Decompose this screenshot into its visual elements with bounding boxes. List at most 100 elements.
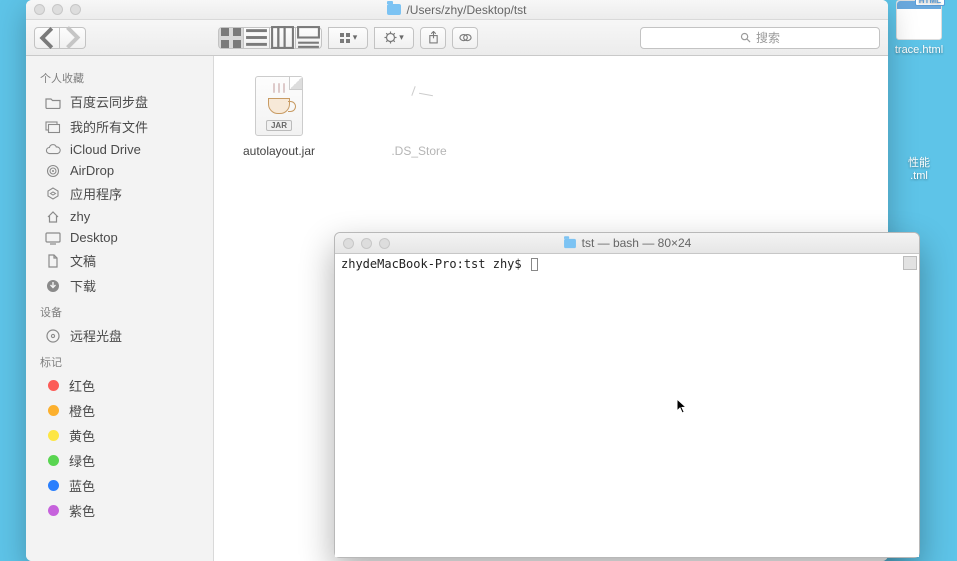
file-item-autolayout[interactable]: JAR autolayout.jar	[224, 74, 334, 158]
airdrop-icon	[44, 164, 62, 178]
folder-icon	[564, 238, 576, 247]
search-placeholder: 搜索	[756, 29, 780, 46]
folder-icon	[44, 95, 62, 109]
sidebar-item-label: 远程光盘	[70, 326, 122, 345]
desktop-file-trace[interactable]: HTML trace.html	[887, 0, 951, 57]
view-mode-buttons	[218, 27, 322, 49]
sidebar-item-label: 百度云同步盘	[70, 92, 148, 111]
sidebar-item-downloads[interactable]: 下载	[26, 273, 213, 298]
search-field[interactable]: 搜索	[640, 27, 880, 49]
terminal-cursor	[531, 258, 538, 271]
action-button[interactable]: ▾	[374, 27, 414, 49]
file-name: autolayout.jar	[224, 144, 334, 158]
sidebar-tag-yellow[interactable]: 黄色	[26, 423, 213, 448]
arrange-button-group: ▾	[328, 27, 368, 49]
sidebar-item-all-files[interactable]: 我的所有文件	[26, 114, 213, 139]
tag-dot	[48, 405, 59, 416]
sidebar-item-home[interactable]: zhy	[26, 206, 213, 227]
finder-titlebar[interactable]: /Users/zhy/Desktop/tst	[26, 0, 888, 20]
downloads-icon	[44, 279, 62, 293]
sidebar-tag-red[interactable]: 红色	[26, 373, 213, 398]
share-button[interactable]	[420, 27, 446, 49]
file-item-dsstore[interactable]: .DS_Store	[364, 74, 474, 158]
file-name: .DS_Store	[364, 144, 474, 158]
sidebar-item-label: 应用程序	[70, 184, 122, 203]
window-zoom[interactable]	[70, 4, 81, 15]
sidebar-item-apps[interactable]: 应用程序	[26, 181, 213, 206]
terminal-window: tst — bash — 80×24 zhydeMacBook-Pro:tst …	[334, 232, 920, 558]
html-file-icon: HTML	[896, 0, 942, 40]
sidebar-tag-blue[interactable]: 蓝色	[26, 473, 213, 498]
generic-file-icon	[387, 74, 451, 138]
folder-icon	[387, 4, 401, 15]
sidebar-item-airdrop[interactable]: AirDrop	[26, 160, 213, 181]
jar-file-icon: JAR	[247, 74, 311, 138]
window-minimize[interactable]	[361, 238, 372, 249]
view-columns-button[interactable]	[270, 27, 296, 49]
home-icon	[44, 210, 62, 224]
back-button[interactable]	[34, 27, 60, 49]
finder-toolbar: ▾ ▾ 搜索	[26, 20, 888, 56]
sidebar-item-remote-disc[interactable]: 远程光盘	[26, 323, 213, 348]
window-minimize[interactable]	[52, 4, 63, 15]
desktop-file-perf[interactable]: 性能 .tml	[887, 110, 951, 183]
sidebar-item-label: 橙色	[69, 401, 95, 420]
view-coverflow-button[interactable]	[296, 27, 322, 49]
apps-icon	[44, 187, 62, 201]
sidebar-header-devices: 设备	[26, 298, 213, 323]
arrange-button[interactable]: ▾	[328, 27, 368, 49]
tag-dot	[48, 480, 59, 491]
tags-button[interactable]	[452, 27, 478, 49]
sidebar-item-baidu[interactable]: 百度云同步盘	[26, 89, 213, 114]
sidebar-item-label: 下载	[70, 276, 96, 295]
desktop-file-label: 性能 .tml	[906, 153, 932, 183]
sidebar-item-label: 紫色	[69, 501, 95, 520]
sidebar-tag-orange[interactable]: 橙色	[26, 398, 213, 423]
html-badge: HTML	[915, 0, 945, 6]
sidebar-tag-green[interactable]: 绿色	[26, 448, 213, 473]
window-controls[interactable]	[34, 4, 81, 15]
window-controls[interactable]	[343, 238, 390, 249]
tag-dot	[48, 505, 59, 516]
terminal-prompt: zhydeMacBook-Pro:tst zhy$	[341, 257, 538, 271]
sidebar-item-desktop[interactable]: Desktop	[26, 227, 213, 248]
window-title-text: /Users/zhy/Desktop/tst	[406, 3, 526, 17]
sidebar-item-label: 黄色	[69, 426, 95, 445]
documents-icon	[44, 254, 62, 268]
sidebar-header-tags: 标记	[26, 348, 213, 373]
sidebar-item-label: zhy	[70, 209, 90, 224]
terminal-body[interactable]: zhydeMacBook-Pro:tst zhy$	[335, 254, 919, 557]
window-title: /Users/zhy/Desktop/tst	[387, 3, 526, 17]
search-icon	[740, 32, 751, 43]
desktop-icon	[44, 231, 62, 245]
sidebar-tag-purple[interactable]: 紫色	[26, 498, 213, 523]
sidebar-item-label: Desktop	[70, 230, 118, 245]
action-button-group: ▾	[374, 27, 414, 49]
finder-sidebar: 个人收藏 百度云同步盘 我的所有文件 iCloud Drive AirDrop …	[26, 56, 214, 561]
sidebar-item-label: 文稿	[70, 251, 96, 270]
view-list-button[interactable]	[244, 27, 270, 49]
view-icon-button[interactable]	[218, 27, 244, 49]
sidebar-item-icloud[interactable]: iCloud Drive	[26, 139, 213, 160]
chevron-down-icon: ▾	[353, 32, 358, 43]
sidebar-item-label: 绿色	[69, 451, 95, 470]
tag-dot	[48, 380, 59, 391]
forward-button[interactable]	[60, 27, 86, 49]
jar-label: JAR	[266, 120, 292, 131]
sidebar-item-label: 蓝色	[69, 476, 95, 495]
sidebar-item-label: iCloud Drive	[70, 142, 141, 157]
desktop-file-label: trace.html	[893, 43, 945, 57]
mouse-cursor	[676, 398, 688, 416]
nav-buttons	[34, 27, 86, 49]
window-close[interactable]	[34, 4, 45, 15]
window-zoom[interactable]	[379, 238, 390, 249]
sidebar-header-favorites: 个人收藏	[26, 64, 213, 89]
sidebar-item-documents[interactable]: 文稿	[26, 248, 213, 273]
window-close[interactable]	[343, 238, 354, 249]
sidebar-item-label: 红色	[69, 376, 95, 395]
tag-dot	[48, 430, 59, 441]
disc-icon	[44, 329, 62, 343]
terminal-scroll-corner[interactable]	[903, 256, 917, 270]
terminal-titlebar[interactable]: tst — bash — 80×24	[335, 233, 919, 254]
tag-dot	[48, 455, 59, 466]
